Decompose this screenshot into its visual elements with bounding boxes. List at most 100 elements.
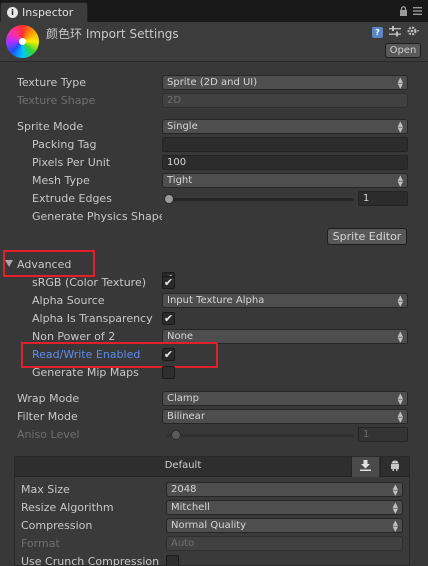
menu-icon[interactable]: [413, 6, 422, 19]
non-power-of-2-row: Non Power of 2 None ▲ ▼: [0, 328, 428, 346]
asset-title: 颜色环 Import Settings: [46, 27, 179, 41]
platform-tab-android[interactable]: [380, 457, 408, 477]
alpha-source-dropdown[interactable]: Input Texture Alpha ▲ ▼: [162, 293, 408, 308]
mip-maps-checkbox[interactable]: [162, 366, 175, 379]
aniso-level-label: Aniso Level: [17, 428, 80, 441]
extrude-edges-row: Extrude Edges 1: [0, 190, 428, 208]
aniso-level-slider-track: [166, 434, 354, 437]
mesh-type-dropdown[interactable]: Tight ▲ ▼: [162, 173, 408, 188]
filter-mode-row: Filter Mode Bilinear ▲ ▼: [0, 408, 428, 426]
aniso-level-row: Aniso Level 1: [0, 426, 428, 444]
aniso-level-value: 1: [358, 427, 408, 442]
platform-tabs: Default: [15, 457, 409, 477]
pixels-per-unit-field[interactable]: 100: [162, 155, 408, 170]
preset-icon[interactable]: [389, 25, 401, 40]
dropdown-arrows-icon: ▲ ▼: [392, 483, 398, 497]
use-crunch-row: Use Crunch Compression: [15, 553, 166, 566]
foldout-arrow-icon: [5, 260, 13, 267]
texture-type-row: Texture Type Sprite (2D and UI) ▲ ▼: [0, 74, 428, 92]
extrude-edges-value[interactable]: 1: [358, 191, 408, 206]
compression-row: Compression Normal Quality ▲ ▼: [15, 517, 409, 535]
tab-inspector-label: Inspector: [22, 6, 74, 19]
resize-algorithm-row: Resize Algorithm Mitchell ▲ ▼: [15, 499, 409, 517]
non-power-of-2-label: Non Power of 2: [32, 330, 116, 343]
platform-default-tab[interactable]: Default: [15, 460, 351, 471]
inspector-header: 颜色环 Import Settings ? Open: [0, 22, 428, 62]
wrap-mode-dropdown[interactable]: Clamp ▲ ▼: [162, 391, 408, 406]
compression-dropdown[interactable]: Normal Quality ▲ ▼: [166, 518, 403, 533]
format-dropdown: Auto▲▼: [166, 536, 403, 551]
aniso-level-slider-thumb: [171, 430, 181, 440]
open-button[interactable]: Open: [385, 43, 421, 58]
resize-algorithm-label: Resize Algorithm: [21, 501, 114, 514]
dropdown-arrows-icon: ▲ ▼: [392, 501, 398, 515]
generate-physics-shape-row: Generate Physics Shape: [0, 208, 162, 226]
dropdown-arrows-icon: ▲ ▼: [397, 410, 403, 424]
gear-icon[interactable]: [407, 25, 420, 40]
read-write-label: Read/Write Enabled: [32, 348, 141, 361]
max-size-row: Max Size 2048 ▲ ▼: [15, 481, 409, 499]
read-write-row: Read/Write Enabled ✔: [0, 346, 428, 364]
dropdown-arrows-icon: ▲ ▼: [397, 392, 403, 406]
srgb-label: sRGB (Color Texture): [32, 276, 147, 289]
import-settings-panel: Texture Type Sprite (2D and UI) ▲ ▼ Textur…: [0, 62, 428, 566]
texture-type-dropdown[interactable]: Sprite (2D and UI) ▲ ▼: [162, 75, 408, 90]
resize-algorithm-dropdown[interactable]: Mitchell ▲ ▼: [166, 500, 403, 515]
srgb-checkbox[interactable]: ✔: [162, 276, 175, 289]
sprite-mode-row: Sprite Mode Single ▲ ▼: [0, 118, 428, 136]
window-controls: [399, 6, 422, 19]
max-size-dropdown[interactable]: 2048 ▲ ▼: [166, 482, 403, 497]
texture-shape-dropdown: 2D▲▼: [162, 93, 408, 108]
dropdown-arrows-icon: ▲ ▼: [397, 76, 403, 90]
lock-icon[interactable]: [399, 6, 408, 19]
extrude-edges-slider-thumb[interactable]: [164, 194, 174, 204]
mip-maps-label: Generate Mip Maps: [32, 366, 139, 379]
texture-shape-label: Texture Shape: [17, 94, 96, 107]
platform-tab-standalone[interactable]: [351, 457, 379, 477]
mip-maps-row: Generate Mip Maps: [0, 364, 428, 382]
mesh-type-label: Mesh Type: [32, 174, 90, 187]
mesh-type-row: Mesh Type Tight ▲ ▼: [0, 172, 428, 190]
advanced-label: Advanced: [17, 258, 72, 271]
dropdown-arrows-icon: ▲ ▼: [392, 519, 398, 533]
use-crunch-checkbox[interactable]: [166, 555, 179, 566]
extrude-edges-label: Extrude Edges: [32, 192, 112, 205]
advanced-foldout[interactable]: Advanced: [0, 256, 428, 274]
alpha-is-transparency-label: Alpha Is Transparency: [32, 312, 153, 325]
sprite-editor-button[interactable]: Sprite Editor: [327, 228, 407, 245]
packing-tag-field[interactable]: [162, 137, 408, 152]
dropdown-arrows-icon: ▲ ▼: [397, 120, 403, 134]
srgb-row: sRGB (Color Texture) ✔: [0, 274, 428, 292]
max-size-label: Max Size: [21, 483, 70, 496]
wrap-mode-label: Wrap Mode: [17, 392, 80, 405]
texture-shape-row: Texture Shape 2D▲▼: [0, 92, 428, 110]
info-icon: i: [7, 7, 18, 18]
download-icon: [360, 460, 371, 474]
texture-type-label: Texture Type: [17, 76, 87, 89]
pixels-per-unit-row: Pixels Per Unit 100: [0, 154, 428, 172]
extrude-edges-slider-track[interactable]: [166, 198, 354, 201]
header-icons: ?: [372, 25, 420, 40]
alpha-is-transparency-checkbox[interactable]: ✔: [162, 312, 175, 325]
use-crunch-label: Use Crunch Compression: [21, 555, 160, 566]
read-write-checkbox[interactable]: ✔: [162, 348, 175, 361]
format-row: Format Auto▲▼: [15, 535, 409, 553]
wrap-mode-row: Wrap Mode Clamp ▲ ▼: [0, 390, 428, 408]
sprite-mode-dropdown[interactable]: Single ▲ ▼: [162, 119, 408, 134]
tab-inspector[interactable]: i Inspector: [0, 2, 88, 22]
packing-tag-row: Packing Tag: [0, 136, 428, 154]
pixels-per-unit-label: Pixels Per Unit: [32, 156, 111, 169]
non-power-of-2-dropdown[interactable]: None ▲ ▼: [162, 329, 408, 344]
alpha-source-row: Alpha Source Input Texture Alpha ▲ ▼: [0, 292, 428, 310]
compression-label: Compression: [21, 519, 93, 532]
tab-bar: i Inspector: [0, 0, 428, 22]
help-icon[interactable]: ?: [372, 27, 383, 38]
dropdown-arrows-icon: ▲ ▼: [397, 174, 403, 188]
dropdown-arrows-icon: ▲ ▼: [397, 294, 403, 308]
filter-mode-dropdown[interactable]: Bilinear ▲ ▼: [162, 409, 408, 424]
alpha-is-transparency-row: Alpha Is Transparency ✔: [0, 310, 428, 328]
color-wheel-thumbnail: [6, 25, 39, 58]
dropdown-arrows-icon: ▲ ▼: [397, 330, 403, 344]
platform-settings: Default Max Size 2048 ▲ ▼ Resize Algorithm…: [14, 456, 410, 566]
format-label: Format: [21, 537, 60, 550]
